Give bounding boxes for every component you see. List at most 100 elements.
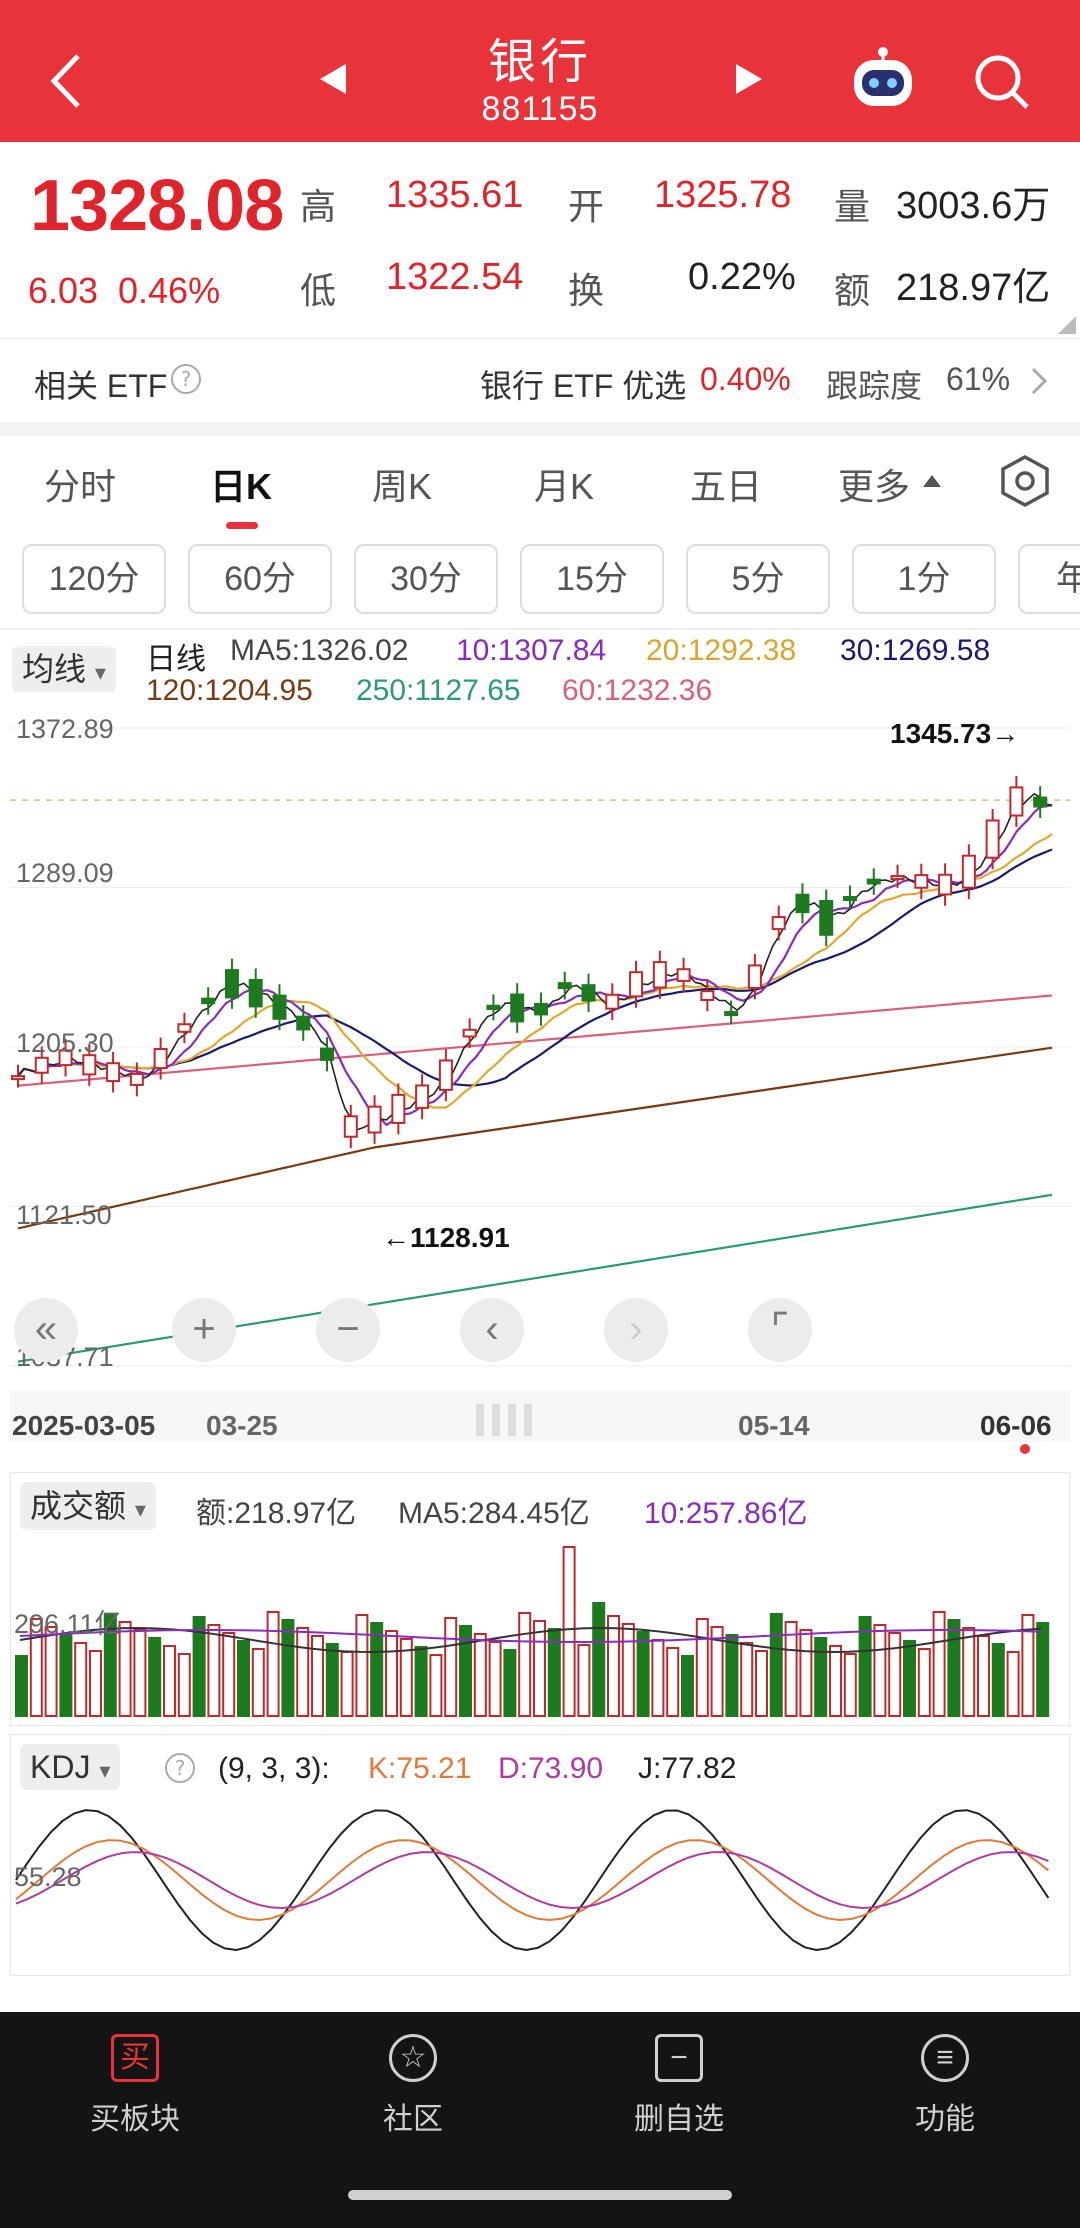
ktab-15min[interactable]: 15分 bbox=[520, 544, 664, 614]
date-tick-2: 03-25 bbox=[206, 1410, 278, 1441]
menu-circle-icon: ≡ bbox=[921, 2034, 969, 2082]
stock-code: 881155 bbox=[481, 90, 599, 128]
ktab-30min[interactable]: 30分 bbox=[354, 544, 498, 614]
volume-bar bbox=[414, 1646, 428, 1717]
nav-buy-sector[interactable]: 买 买板块 bbox=[50, 2034, 220, 2138]
candle bbox=[510, 993, 525, 1023]
volume-bar bbox=[814, 1637, 828, 1717]
next-stock-icon[interactable] bbox=[734, 62, 764, 96]
volume-bar bbox=[917, 1648, 931, 1717]
volume-bar bbox=[207, 1624, 221, 1717]
tab-weekly-k[interactable]: 周K bbox=[372, 458, 432, 510]
volume-bar bbox=[533, 1620, 546, 1717]
ktab-5min[interactable]: 5分 bbox=[686, 544, 830, 614]
search-icon[interactable] bbox=[972, 52, 1032, 112]
ma120-line bbox=[17, 1046, 1053, 1230]
kdj-d-line bbox=[15, 1851, 1049, 1910]
help-icon[interactable]: ? bbox=[170, 363, 202, 395]
buy-icon: 买 bbox=[111, 2034, 159, 2082]
tab-monthly-k[interactable]: 月K bbox=[534, 458, 594, 510]
dropdown-caret-icon: ▾ bbox=[94, 660, 106, 685]
etf-pct: 0.40% bbox=[700, 361, 791, 397]
candle bbox=[843, 895, 857, 901]
ma5-line bbox=[17, 792, 1053, 1131]
volume-bar bbox=[932, 1611, 946, 1717]
kdj-line-chart[interactable] bbox=[10, 1790, 1070, 1976]
minus-box-icon: − bbox=[655, 2034, 703, 2082]
ktab-year[interactable]: 年 bbox=[1018, 544, 1080, 614]
tab-daily-k[interactable]: 日K bbox=[210, 458, 272, 510]
candle bbox=[771, 916, 786, 931]
nav-community[interactable]: ☆ 社区 bbox=[328, 2034, 498, 2138]
volume-bar bbox=[74, 1642, 88, 1717]
current-date-dot bbox=[1020, 1444, 1030, 1454]
volume-bar bbox=[177, 1653, 191, 1717]
candle bbox=[747, 964, 762, 989]
price-change: 6.03 bbox=[28, 270, 99, 311]
candle bbox=[224, 969, 239, 999]
volume-bar bbox=[148, 1637, 162, 1717]
candle bbox=[890, 875, 905, 881]
candle bbox=[581, 984, 596, 1002]
volume-bar bbox=[296, 1627, 310, 1717]
volume-bar bbox=[444, 1617, 458, 1717]
candle bbox=[415, 1084, 430, 1109]
dropdown-caret-icon: ▾ bbox=[134, 1497, 146, 1522]
volume-bar bbox=[799, 1629, 813, 1717]
volume-bar bbox=[325, 1643, 339, 1717]
related-etf-row[interactable]: 相关 ETF ? 银行 ETF 优选 0.40% 跟踪度 61% bbox=[0, 338, 1080, 422]
amount-value: 218.97亿 bbox=[896, 267, 1051, 309]
svg-text:?: ? bbox=[181, 367, 192, 391]
page-title: 银行 bbox=[487, 36, 592, 89]
open-value: 1325.78 bbox=[654, 174, 792, 216]
top-bar: 银行 881155 bbox=[0, 0, 1080, 142]
kdj-y-tick: 55.28 bbox=[14, 1862, 82, 1892]
home-indicator bbox=[348, 2190, 732, 2200]
robot-assistant-icon[interactable] bbox=[848, 44, 918, 112]
ktab-60min[interactable]: 60分 bbox=[188, 544, 332, 614]
zoom-in-button[interactable]: + bbox=[172, 1298, 236, 1362]
zoom-out-button[interactable]: − bbox=[316, 1298, 380, 1362]
volume-bar bbox=[977, 1635, 990, 1717]
volume-bar bbox=[518, 1612, 532, 1717]
drag-handle[interactable] bbox=[476, 1404, 556, 1436]
candle bbox=[533, 1002, 548, 1016]
fullscreen-button[interactable]: ⌜ bbox=[748, 1298, 812, 1362]
ma120-legend: 120:1204.95 bbox=[146, 674, 313, 707]
candle bbox=[819, 900, 834, 936]
candle bbox=[438, 1059, 453, 1091]
volume-bar bbox=[473, 1633, 487, 1717]
indicator-dropdown[interactable]: 均线 ▾ bbox=[12, 646, 116, 692]
help-icon[interactable]: ? bbox=[164, 1752, 196, 1784]
ktab-120min[interactable]: 120分 bbox=[22, 544, 166, 614]
ktab-1min[interactable]: 1分 bbox=[852, 544, 996, 614]
volume-indicator-dropdown[interactable]: 成交额 ▾ bbox=[20, 1482, 156, 1530]
volume-bar bbox=[89, 1650, 102, 1717]
nav-functions[interactable]: ≡ 功能 bbox=[860, 2034, 1030, 2138]
collapse-left-button[interactable]: « bbox=[14, 1298, 78, 1362]
volume-bar bbox=[281, 1619, 295, 1717]
kdj-indicator-dropdown[interactable]: KDJ ▾ bbox=[20, 1744, 121, 1790]
candle bbox=[129, 1072, 144, 1086]
y-tick-3: 1205.30 bbox=[16, 1028, 114, 1058]
candle bbox=[914, 874, 929, 889]
tab-five-day[interactable]: 五日 bbox=[690, 458, 762, 510]
tab-more[interactable]: 更多 bbox=[838, 458, 910, 510]
nav-remove-watchlist-label: 删自选 bbox=[634, 2103, 724, 2136]
kdj-j-line bbox=[15, 1809, 1050, 1952]
settings-hexagon-icon[interactable] bbox=[998, 454, 1052, 508]
volume-bar-chart[interactable] bbox=[10, 1530, 1070, 1726]
scroll-right-button[interactable]: › bbox=[604, 1298, 668, 1362]
volume-bar bbox=[769, 1613, 783, 1717]
volume-bar bbox=[577, 1644, 591, 1717]
indicator-label: 均线 bbox=[22, 651, 87, 687]
nav-remove-watchlist[interactable]: − 删自选 bbox=[594, 2034, 764, 2138]
ma10-line bbox=[17, 804, 1053, 1127]
tab-intraday[interactable]: 分时 bbox=[44, 458, 116, 510]
scroll-left-button[interactable]: ‹ bbox=[460, 1298, 524, 1362]
y-tick-1: 1372.89 bbox=[16, 714, 114, 744]
date-end: 06-06 bbox=[980, 1410, 1052, 1441]
kdj-params: (9, 3, 3): bbox=[218, 1752, 330, 1785]
expand-corner-icon[interactable] bbox=[1058, 316, 1076, 334]
candlestick-chart[interactable] bbox=[10, 710, 1070, 1390]
